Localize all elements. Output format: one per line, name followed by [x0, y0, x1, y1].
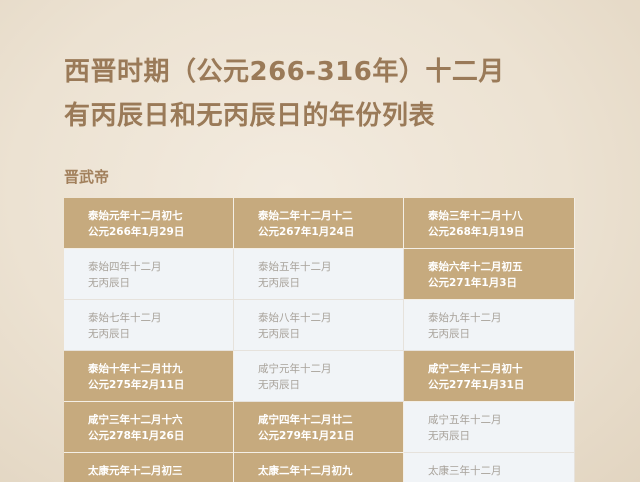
year-cell-detail: 无丙辰日 [258, 277, 300, 289]
year-cell: 泰始元年十二月初七 公元266年1月29日 [64, 198, 234, 249]
year-cell: 咸宁四年十二月廿二 公元279年1月21日 [234, 402, 404, 453]
year-cell: 咸宁二年十二月初十 公元277年1月31日 [404, 351, 575, 402]
year-cell-name: 咸宁四年十二月廿二 [258, 414, 353, 426]
year-cell-detail: 公元266年1月29日 [88, 226, 185, 238]
year-cell-name: 泰始十年十二月廿九 [88, 363, 183, 375]
year-cell-detail: 无丙辰日 [88, 328, 130, 340]
year-cell-name: 泰始五年十二月 [258, 261, 332, 273]
year-cell-name: 咸宁五年十二月 [428, 414, 502, 426]
year-cell-detail: 公元275年2月11日 [88, 379, 185, 391]
year-cell: 泰始九年十二月 无丙辰日 [404, 300, 575, 351]
year-cell-name: 咸宁元年十二月 [258, 363, 332, 375]
year-cell-detail: 公元271年1月3日 [428, 277, 518, 289]
year-cell: 泰始十年十二月廿九 公元275年2月11日 [64, 351, 234, 402]
year-cell-detail: 公元268年1月19日 [428, 226, 525, 238]
year-cell-name: 咸宁三年十二月十六 [88, 414, 183, 426]
year-cell: 泰始四年十二月 无丙辰日 [64, 249, 234, 300]
year-cell: 太康三年十二月 [404, 453, 575, 482]
year-cell-detail: 无丙辰日 [258, 328, 300, 340]
year-cell-name: 泰始八年十二月 [258, 312, 332, 324]
page-title-line-1: 西晋时期（公元266-316年）十二月 [64, 57, 505, 87]
year-cell-detail: 无丙辰日 [428, 328, 470, 340]
year-cell: 太康二年十二月初九 [234, 453, 404, 482]
year-cell-name: 泰始元年十二月初七 [88, 210, 183, 222]
year-cell: 泰始三年十二月十八 公元268年1月19日 [404, 198, 575, 249]
year-cell: 咸宁三年十二月十六 公元278年1月26日 [64, 402, 234, 453]
year-grid: 泰始元年十二月初七 公元266年1月29日 泰始二年十二月十二 公元267年1月24日… [64, 198, 575, 482]
year-cell-detail: 公元279年1月21日 [258, 430, 355, 442]
year-cell-name: 太康元年十二月初三 [88, 465, 183, 477]
year-cell-name: 泰始九年十二月 [428, 312, 502, 324]
year-cell-name: 泰始三年十二月十八 [428, 210, 523, 222]
year-cell-detail: 无丙辰日 [428, 430, 470, 442]
year-cell-detail: 公元277年1月31日 [428, 379, 525, 391]
year-cell: 太康元年十二月初三 [64, 453, 234, 482]
year-cell: 泰始五年十二月 无丙辰日 [234, 249, 404, 300]
page-title-line-2: 有丙辰日和无丙辰日的年份列表 [64, 101, 436, 131]
year-cell-name: 泰始七年十二月 [88, 312, 162, 324]
year-cell-name: 泰始二年十二月十二 [258, 210, 353, 222]
section-heading: 晋武帝 [64, 168, 110, 186]
year-cell: 泰始八年十二月 无丙辰日 [234, 300, 404, 351]
year-cell: 泰始二年十二月十二 公元267年1月24日 [234, 198, 404, 249]
year-cell: 泰始六年十二月初五 公元271年1月3日 [404, 249, 575, 300]
year-cell-detail: 公元278年1月26日 [88, 430, 185, 442]
year-cell-name: 咸宁二年十二月初十 [428, 363, 523, 375]
year-cell-name: 泰始四年十二月 [88, 261, 162, 273]
year-cell-name: 太康三年十二月 [428, 465, 502, 477]
year-cell: 泰始七年十二月 无丙辰日 [64, 300, 234, 351]
year-cell-name: 太康二年十二月初九 [258, 465, 353, 477]
page-title: 西晋时期（公元266-316年）十二月 有丙辰日和无丙辰日的年份列表 [64, 50, 604, 138]
year-cell: 咸宁元年十二月 无丙辰日 [234, 351, 404, 402]
year-cell-detail: 公元267年1月24日 [258, 226, 355, 238]
year-cell-detail: 无丙辰日 [258, 379, 300, 391]
year-cell-detail: 无丙辰日 [88, 277, 130, 289]
year-cell-name: 泰始六年十二月初五 [428, 261, 523, 273]
year-cell: 咸宁五年十二月 无丙辰日 [404, 402, 575, 453]
